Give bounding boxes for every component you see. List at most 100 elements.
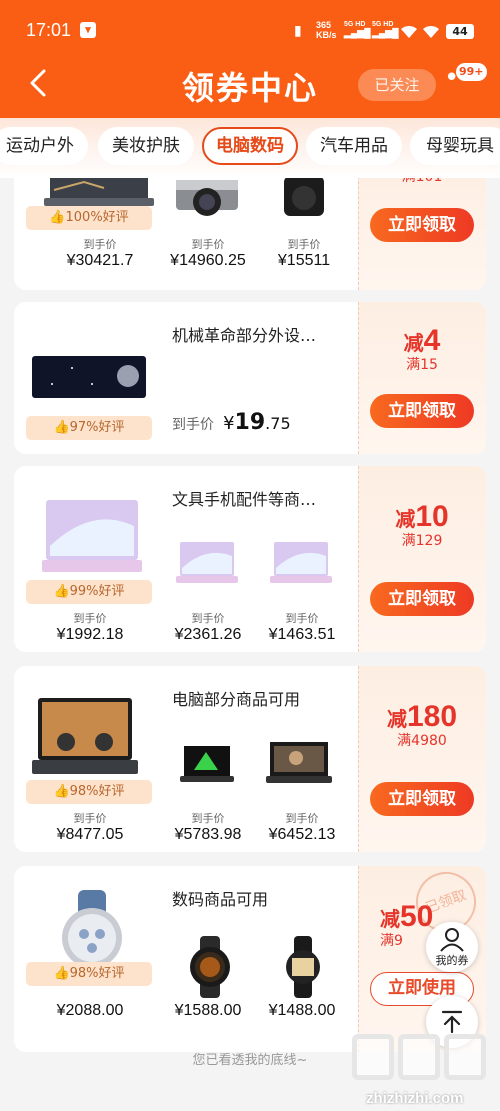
- gaming-laptop-product-image[interactable]: [32, 696, 138, 782]
- price-label: 到手价: [285, 812, 319, 825]
- tab-beauty-skincare[interactable]: 美妆护肤: [98, 127, 194, 165]
- coupon-right-panel: [358, 666, 486, 852]
- discount-info: 满101: [358, 178, 486, 186]
- product-price: ¥14960.25: [170, 252, 246, 269]
- laptop-product-image[interactable]: [176, 538, 238, 586]
- claim-coupon-button[interactable]: 立即领取: [370, 782, 474, 816]
- product-price: ¥1588.00: [174, 1002, 242, 1019]
- product-item[interactable]: 到手价 ¥8477.05: [42, 806, 138, 844]
- discount-prefix: 减: [395, 507, 416, 531]
- product-item[interactable]: ¥1488.00: [254, 1002, 350, 1020]
- product-item[interactable]: 到手价 ¥1992.18: [42, 606, 138, 644]
- rating-text: 100%好评: [65, 210, 129, 225]
- coupon-card: 已领取 数码商品可用 👍98%好评 ¥2088.00 ¥1588.00 ¥148…: [14, 866, 486, 1052]
- coupon-title: 文具手机配件等商…: [172, 490, 317, 509]
- product-item[interactable]: 到手价 ¥6452.13: [254, 806, 350, 844]
- claim-coupon-button[interactable]: 立即领取: [370, 208, 474, 242]
- laptop-product-image[interactable]: [42, 496, 142, 578]
- product-item[interactable]: ¥2088.00: [42, 1002, 138, 1020]
- laptop-product-image[interactable]: [180, 744, 234, 786]
- sim1-label: 5G HD: [344, 21, 366, 28]
- price-label: 到手价: [83, 238, 117, 251]
- product-price: ¥2361.26: [174, 626, 242, 643]
- claim-coupon-button[interactable]: 立即领取: [370, 394, 474, 428]
- discount-amount: 180: [406, 700, 458, 733]
- product-item[interactable]: 到手价 ¥2361.26: [160, 606, 256, 644]
- rating-badge: 👍99%好评: [26, 580, 152, 604]
- notification-app-icon: ▾: [80, 22, 96, 38]
- tab-baby-toys[interactable]: 母婴玩具: [410, 127, 500, 165]
- rating-text: 98%好评: [69, 784, 125, 799]
- product-price-row: 到手价 ¥19.75: [172, 410, 291, 435]
- coupon-right-panel: [358, 466, 486, 652]
- net-speed-value: 365: [316, 20, 332, 30]
- thumbs-up-icon: 👍: [49, 210, 66, 225]
- discount-amount: 4: [423, 324, 441, 357]
- rating-badge: 👍100%好评: [26, 206, 152, 230]
- price-integer: 19: [234, 410, 266, 435]
- top-nav-bar: 领券中心 已关注 ••• 99+: [0, 55, 500, 115]
- net-speed-unit: KB/s: [316, 30, 337, 40]
- camera-product-image[interactable]: [174, 178, 240, 220]
- user-icon: [440, 928, 464, 952]
- claim-coupon-button[interactable]: 立即领取: [370, 582, 474, 616]
- my-coupons-button[interactable]: 我的券: [426, 922, 478, 972]
- price-label: 到手价: [285, 612, 319, 625]
- discount-info: 减10 满129: [358, 500, 486, 550]
- category-tabs: 运动户外 美妆护肤 电脑数码 汽车用品 母婴玩具: [0, 118, 500, 178]
- product-item[interactable]: 到手价 ¥1463.51: [254, 606, 350, 644]
- tab-computer-digital[interactable]: 电脑数码: [202, 127, 298, 165]
- status-bar: 17:01 ▾ ▮ 365 KB/s 5G HD ▂▄▆█ 5G HD ▂▄▆█ 4…: [0, 0, 500, 60]
- product-item[interactable]: 到手价 ¥5783.98: [160, 806, 256, 844]
- watermark-logo: [398, 1034, 440, 1080]
- watermark-text: zhizhizhi.com: [366, 1090, 464, 1107]
- tab-sports-outdoor[interactable]: 运动户外: [0, 127, 88, 165]
- product-item[interactable]: 到手价 ¥15511: [256, 232, 352, 270]
- coupon-card: 文具手机配件等商… 👍99%好评 到手价 ¥1992.18 到手价 ¥2361.26…: [14, 466, 486, 652]
- net-speed: 365 KB/s: [316, 20, 337, 40]
- price-symbol: ¥: [223, 413, 235, 434]
- coupon-card: 👍100%好评 到手价 ¥30421.7 到手价 ¥14960.25 到手价 ¥155…: [14, 178, 486, 290]
- product-price: ¥2088.00: [56, 1002, 124, 1019]
- discount-amount: 10: [415, 500, 449, 533]
- message-count-badge: 99+: [456, 63, 487, 81]
- wifi-icon: [401, 25, 417, 38]
- watermark-logo: [444, 1034, 486, 1080]
- follow-button[interactable]: 已关注: [358, 69, 436, 101]
- coupon-card: 电脑部分商品可用 👍98%好评 到手价 ¥8477.05 到手价 ¥5783.98 …: [14, 666, 486, 852]
- battery-icon: 44: [446, 24, 474, 39]
- product-price: ¥5783.98: [174, 826, 242, 843]
- coupon-list: 👍100%好评 到手价 ¥30421.7 到手价 ¥14960.25 到手价 ¥155…: [0, 178, 500, 1111]
- laptop-product-image[interactable]: [270, 538, 332, 586]
- min-spend: 满15: [406, 357, 438, 373]
- min-spend: 满101: [358, 178, 486, 186]
- product-item[interactable]: ¥1588.00: [160, 1002, 256, 1020]
- laptop-product-image[interactable]: [266, 740, 332, 786]
- discount-prefix: 减: [386, 707, 407, 731]
- camera-body-product-image[interactable]: [280, 178, 328, 222]
- smartwatch-product-image[interactable]: [184, 936, 236, 998]
- mousepad-product-image[interactable]: [32, 354, 146, 400]
- product-item[interactable]: 到手价 ¥14960.25: [160, 232, 256, 270]
- tab-auto-supplies[interactable]: 汽车用品: [306, 127, 402, 165]
- discount-info: 减4 满15: [358, 324, 486, 374]
- price-label: 到手价: [191, 612, 225, 625]
- vibrate-icon: ▮: [294, 22, 302, 38]
- rating-badge: 👍98%好评: [26, 962, 152, 986]
- discount-prefix: 减: [380, 907, 400, 931]
- discount-prefix: 减: [403, 331, 424, 355]
- product-item[interactable]: 到手价 ¥30421.7: [52, 232, 148, 270]
- coupon-title: 数码商品可用: [172, 890, 269, 909]
- status-time: 17:01: [26, 20, 72, 40]
- smartwatch-product-image[interactable]: [282, 936, 324, 998]
- my-coupons-label: 我的券: [435, 954, 469, 967]
- price-label: 到手价: [73, 812, 107, 825]
- product-price: ¥15511: [277, 252, 331, 269]
- product-price: ¥8477.05: [56, 826, 124, 843]
- price-label: 到手价: [73, 612, 107, 625]
- price-label: 到手价: [287, 238, 321, 251]
- coupon-title: 电脑部分商品可用: [172, 690, 301, 709]
- discount-info: 减180 满4980: [358, 700, 486, 750]
- product-price: ¥1463.51: [268, 626, 336, 643]
- product-price: ¥6452.13: [268, 826, 336, 843]
